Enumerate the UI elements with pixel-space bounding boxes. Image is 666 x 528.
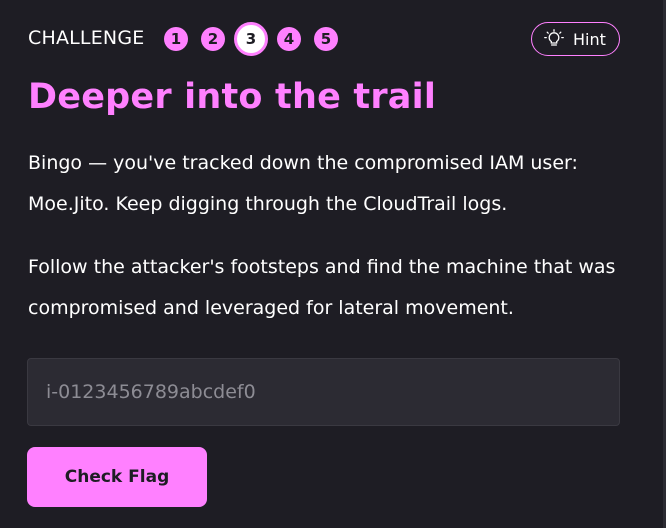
check-flag-button[interactable]: Check Flag [27, 447, 207, 507]
step-3-current[interactable]: 3 [234, 22, 268, 56]
hint-button[interactable]: Hint [531, 22, 620, 56]
step-1[interactable]: 1 [164, 27, 188, 51]
challenge-description-2: Follow the attacker's footsteps and find… [28, 256, 616, 319]
flag-input[interactable] [27, 358, 620, 426]
challenge-title: Deeper into the trail [28, 77, 437, 117]
step-4[interactable]: 4 [277, 27, 301, 51]
challenge-panel: CHALLENGE 1 2 3 4 5 Hint Deeper into the… [0, 0, 666, 528]
step-5[interactable]: 5 [314, 27, 338, 51]
challenge-label: CHALLENGE [28, 27, 145, 49]
lightbulb-icon [544, 29, 564, 49]
challenge-header: CHALLENGE 1 2 3 4 5 Hint [28, 22, 620, 56]
hint-label: Hint [573, 30, 606, 49]
step-2[interactable]: 2 [201, 27, 225, 51]
challenge-description-1: Bingo — you've tracked down the compromi… [28, 152, 578, 215]
